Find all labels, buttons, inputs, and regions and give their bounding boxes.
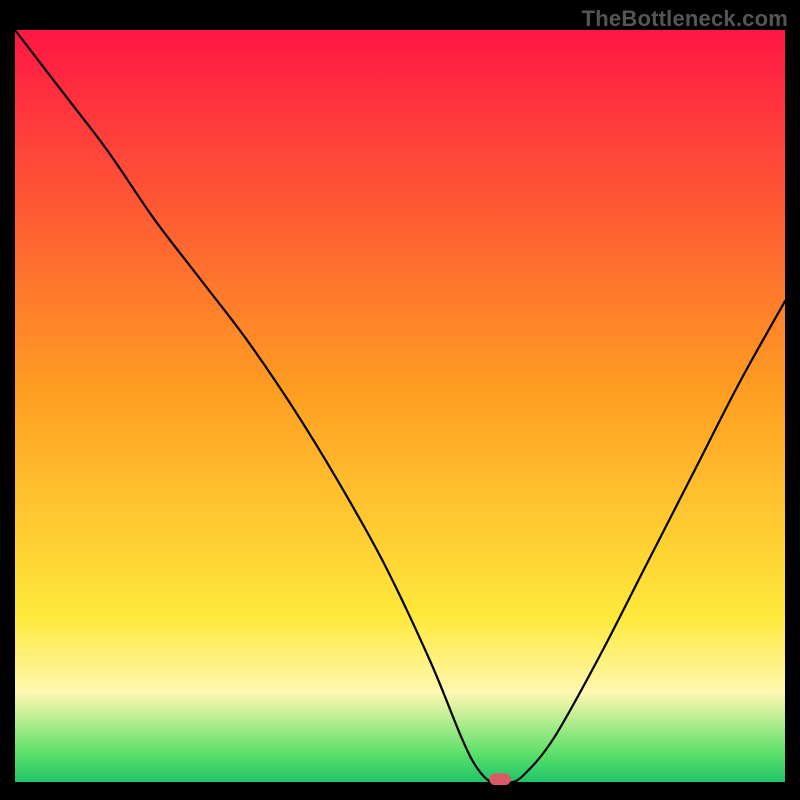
plot-area <box>15 30 785 785</box>
chart-svg <box>15 30 785 785</box>
watermark-text: TheBottleneck.com <box>582 6 788 32</box>
gradient-background <box>15 30 785 783</box>
chart-frame: TheBottleneck.com <box>0 0 800 800</box>
optimal-marker <box>489 773 511 785</box>
